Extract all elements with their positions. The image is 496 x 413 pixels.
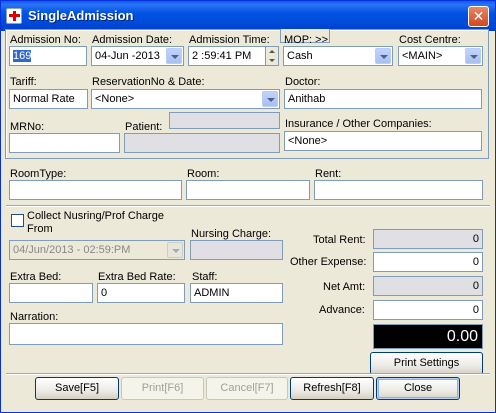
insurance-field[interactable]: <None>: [284, 131, 482, 151]
bottom-divider: [6, 373, 490, 375]
window-title: SingleAdmission: [28, 8, 134, 23]
refresh-button[interactable]: Refresh[F8]: [290, 377, 374, 400]
chevron-down-icon: [167, 242, 183, 258]
staff-value: ADMIN: [194, 287, 230, 299]
chevron-down-icon[interactable]: [465, 48, 481, 64]
collect-charge-checkbox[interactable]: [11, 214, 24, 227]
print-button[interactable]: Print[F6]: [121, 377, 204, 400]
extra-bed-rate-label: Extra Bed Rate:: [98, 271, 176, 283]
reservation-select[interactable]: <None>: [91, 89, 280, 109]
other-expense-field[interactable]: 0: [373, 252, 483, 272]
collect-charge-label[interactable]: Collect Nusring/Prof Charge: [27, 210, 164, 222]
amount-display: 0.00: [373, 324, 483, 349]
admission-time-field[interactable]: 2 :59:41 PM: [188, 46, 266, 66]
room-label: Room:: [187, 168, 220, 180]
cost-centre-select[interactable]: <MAIN>: [398, 46, 483, 66]
date-dropdown-icon[interactable]: [166, 48, 182, 64]
admission-time-label: Admission Time:: [189, 34, 270, 46]
insurance-value: <None>: [288, 135, 328, 147]
admission-no-field[interactable]: 169: [9, 46, 87, 66]
mop-label[interactable]: MOP: >>: [284, 34, 328, 46]
narration-field[interactable]: [9, 323, 283, 345]
rent-label: Rent:: [315, 168, 342, 180]
extra-bed-rate-value: 0: [101, 287, 108, 299]
rent-field[interactable]: [314, 180, 483, 200]
total-rent-field: 0: [373, 229, 483, 249]
time-spinner-icon[interactable]: [265, 46, 279, 66]
from-datetime-picker: 04/Jun/2013 - 02:59:PM: [9, 240, 185, 260]
reservation-label: ReservationNo & Date:: [92, 76, 205, 88]
insurance-label: Insurance / Other Companies:: [285, 118, 432, 130]
other-expense-value: 0: [472, 256, 479, 268]
app-icon: [6, 8, 22, 24]
tariff-value: Normal Rate: [13, 93, 75, 105]
mrno-field[interactable]: [9, 133, 120, 153]
doctor-label: Doctor:: [285, 76, 321, 88]
doctor-value: Anithab: [288, 93, 326, 105]
title-bar[interactable]: SingleAdmission ✕: [1, 1, 495, 31]
cancel-button[interactable]: Cancel[F7]: [206, 377, 288, 400]
admission-date-value: 04-Jun -2013: [95, 50, 160, 62]
mop-value: Cash: [287, 50, 313, 62]
total-rent-value: 0: [472, 233, 479, 245]
narration-label: Narration:: [10, 311, 59, 323]
room-type-field[interactable]: [9, 180, 182, 200]
admission-date-label: Admission Date:: [92, 34, 173, 46]
patient-label: Patient:: [125, 121, 163, 133]
collect-charge-from-label: From: [27, 223, 53, 235]
mrno-label: MRNo:: [10, 121, 45, 133]
staff-label: Staff:: [192, 271, 218, 283]
total-rent-label: Total Rent:: [313, 234, 366, 246]
single-admission-window: SingleAdmission ✕ Admission No: Admissio…: [0, 0, 496, 413]
doctor-field[interactable]: Anithab: [284, 89, 482, 109]
window-close-button[interactable]: ✕: [468, 6, 489, 27]
patient-field: [124, 133, 280, 153]
staff-field[interactable]: ADMIN: [190, 283, 283, 303]
section-divider: [6, 205, 490, 207]
extra-bed-rate-field[interactable]: 0: [97, 283, 185, 303]
net-amt-field: 0: [373, 276, 483, 296]
admission-time-value: 2 :59:41 PM: [192, 50, 252, 62]
net-amt-label: Net Amt:: [323, 281, 366, 293]
advance-label: Advance:: [319, 304, 365, 316]
extra-bed-label: Extra Bed:: [10, 271, 62, 283]
reservation-value: <None>: [95, 93, 135, 105]
mop-select[interactable]: Cash: [283, 46, 393, 66]
admission-no-label: Admission No:: [10, 34, 81, 46]
net-amt-value: 0: [472, 280, 479, 292]
save-button[interactable]: Save[F5]: [35, 377, 119, 400]
other-expense-label: Other Expense:: [290, 256, 367, 268]
extra-bed-field[interactable]: [9, 283, 93, 303]
print-settings-button[interactable]: Print Settings: [370, 352, 483, 375]
patient-code-field: [169, 112, 280, 129]
cost-centre-label: Cost Centre:: [399, 34, 461, 46]
tariff-field[interactable]: Normal Rate: [9, 89, 88, 109]
advance-field[interactable]: 0: [373, 300, 483, 320]
room-type-label: RoomType:: [10, 168, 67, 180]
advance-value: 0: [472, 304, 479, 316]
nursing-charge-label: Nursing Charge:: [191, 228, 272, 240]
admission-date-picker[interactable]: 04-Jun -2013: [91, 46, 184, 66]
cost-centre-value: <MAIN>: [402, 50, 443, 62]
tariff-label: Tariff:: [10, 76, 37, 88]
chevron-down-icon[interactable]: [375, 48, 391, 64]
from-datetime-value: 04/Jun/2013 - 02:59:PM: [13, 244, 131, 256]
close-button[interactable]: Close: [376, 377, 460, 400]
nursing-charge-field: [190, 240, 283, 260]
chevron-down-icon[interactable]: [262, 91, 278, 107]
admission-no-value: 169: [13, 50, 32, 62]
room-field[interactable]: [186, 180, 310, 200]
